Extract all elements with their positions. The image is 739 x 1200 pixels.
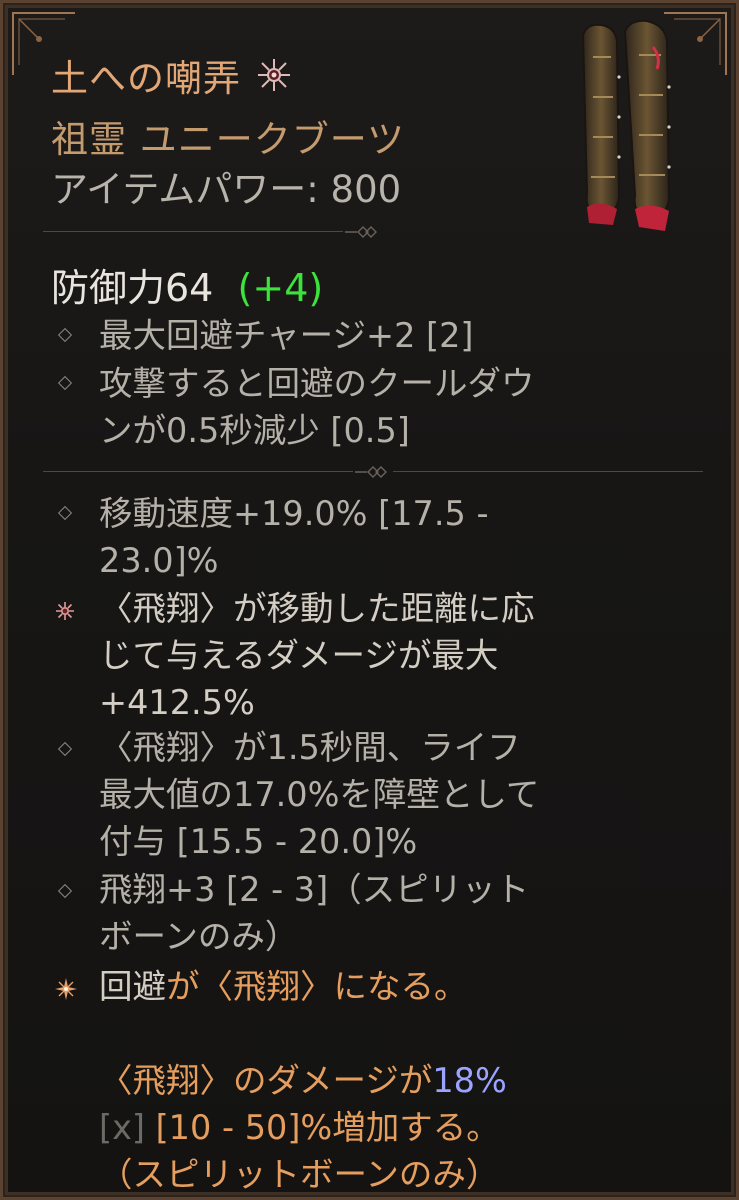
unique-power-spacer [99, 1010, 507, 1057]
stat-line: ボーンのみ） [99, 917, 299, 956]
divider-ornament-icon [353, 465, 393, 479]
divider-ornament-icon [345, 226, 377, 238]
armor-label: 防御力64 [51, 266, 214, 310]
stat-line: +412.5% [99, 683, 255, 722]
section-divider [43, 225, 663, 239]
stat-line: 付与 [15.5 - 20.0]% [99, 822, 418, 861]
stat-line: 移動速度+19.0% [17.5 - [99, 494, 489, 533]
unique-power-text: が〈飛翔〉になる。 [166, 967, 468, 1006]
stat-line: じて与えるダメージが最大 [99, 636, 499, 675]
item-name: 土への嘲弄 [51, 57, 241, 100]
section-divider [43, 465, 703, 479]
stat-line: 23.0]% [99, 541, 219, 580]
armor-bonus: (+4) [237, 266, 324, 310]
diamond-bullet-icon [57, 741, 73, 757]
rune-star-icon [258, 59, 290, 91]
item-power: アイテムパワー: 800 [51, 159, 401, 213]
unique-power-value: 18% [432, 1061, 507, 1100]
unique-power-range-text: [10 - 50]%増加する。 [144, 1108, 500, 1147]
unique-power: 回避が〈飛翔〉になる。 〈飛翔〉のダメージが18% [x] [10 - 50]%… [99, 963, 507, 1198]
unique-power-keyword: 回避 [99, 967, 166, 1006]
unique-star-icon [55, 978, 77, 1000]
item-tooltip: 土への嘲弄 祖霊 ユニークブーツ アイテムパワー: 800 防御力64 (+4)… [0, 0, 739, 1200]
stat-line: 最大値の17.0%を障壁として [99, 775, 540, 814]
boots-item-icon [581, 19, 671, 231]
stat-line: 最大回避チャージ+2 [2] [99, 316, 474, 355]
item-type: 祖霊 ユニークブーツ [51, 118, 406, 161]
unique-power-range: [10 - 50]%増加する。 [145, 1108, 500, 1147]
stat-line: 〈飛翔〉が移動した距離に応 [99, 589, 535, 628]
affix-stat: 〈飛翔〉が移動した距離に応 じて与えるダメージが最大 +412.5% [99, 585, 535, 726]
affix-stat: 移動速度+19.0% [17.5 - 23.0]% [99, 490, 489, 584]
item-power-label: アイテムパワー: [51, 168, 331, 211]
implicit-stat: 最大回避チャージ+2 [2] [99, 312, 473, 359]
unique-power-line: [x] [10 - 50]%増加する。 [99, 1104, 507, 1151]
armor-row: 防御力64 (+4) [51, 257, 323, 312]
affix-stat: 〈飛翔〉が1.5秒間、ライフ 最大値の17.0%を障壁として 付与 [15.5 … [99, 724, 539, 865]
item-power-value: 800 [330, 168, 402, 211]
stat-line: ンが0.5秒減少 [0.5] [99, 411, 410, 450]
unique-power-text: 〈飛翔〉のダメージが [99, 1061, 433, 1100]
stat-line: 飛翔+3 [2 - 3]（スピリット [99, 870, 530, 909]
unique-power-x: [x] [99, 1108, 145, 1147]
diamond-bullet-icon [57, 327, 73, 343]
stat-line: 攻撃すると回避のクールダウ [99, 364, 535, 403]
item-title-row: 土への嘲弄 [51, 47, 293, 103]
unique-power-line: （スピリットボーンのみ） [99, 1155, 500, 1194]
stat-line: 〈飛翔〉が1.5秒間、ライフ [99, 728, 521, 767]
diamond-bullet-icon [57, 375, 73, 391]
diamond-bullet-icon [57, 505, 73, 521]
diamond-bullet-icon [57, 883, 73, 899]
affix-stat: 飛翔+3 [2 - 3]（スピリット ボーンのみ） [99, 866, 529, 960]
implicit-stat: 攻撃すると回避のクールダウ ンが0.5秒減少 [0.5] [99, 360, 535, 454]
rune-star-icon [56, 602, 74, 620]
unique-power-line: 回避が〈飛翔〉になる。 [99, 963, 507, 1010]
unique-power-line: 〈飛翔〉のダメージが18% [99, 1057, 507, 1104]
